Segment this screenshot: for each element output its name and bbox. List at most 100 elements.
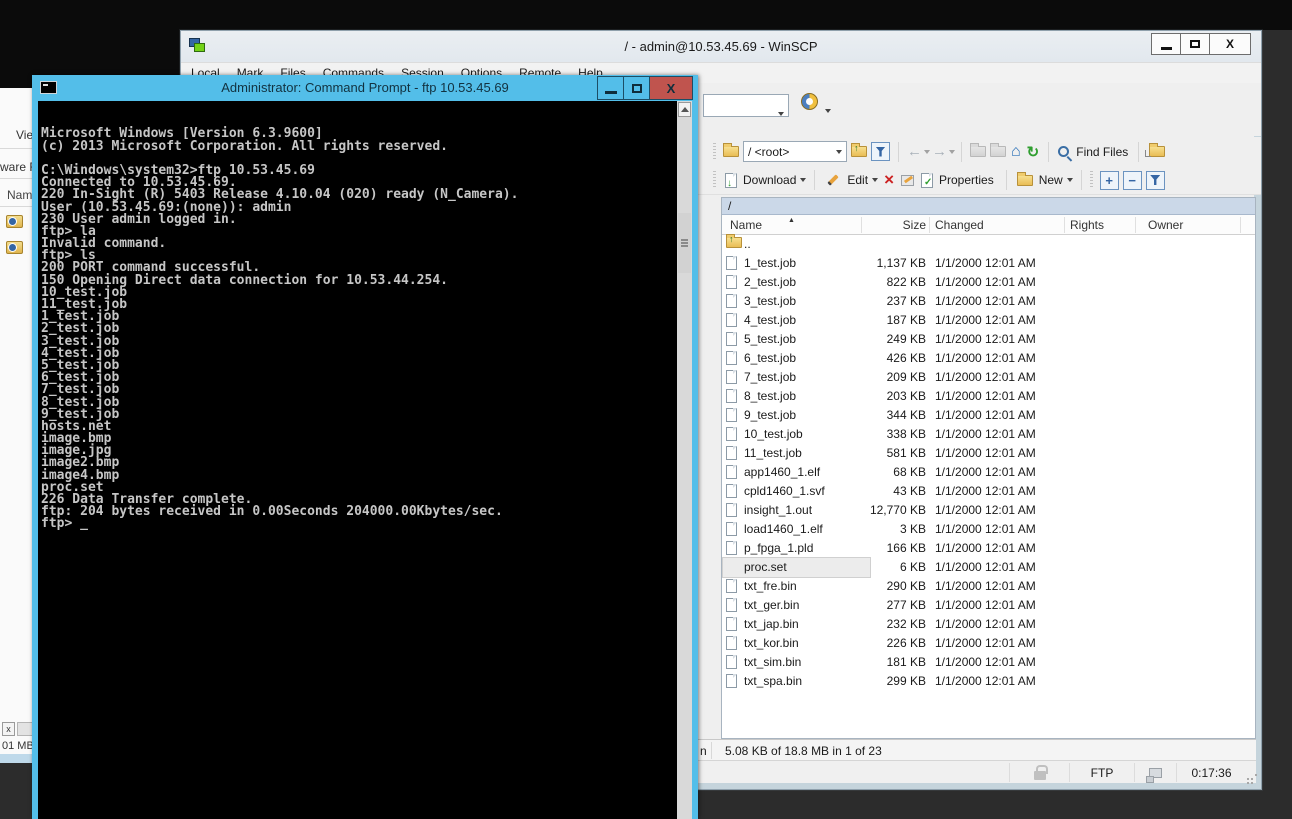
directory-tree-icon[interactable] xyxy=(1149,146,1165,157)
file-row[interactable]: 8_test.job 203 KB 1/1/2000 12:01 AM xyxy=(722,387,1255,406)
cmd-window: Administrator: Command Prompt - ftp 10.5… xyxy=(32,75,698,819)
winscp-titlebar[interactable]: / - admin@10.53.45.69 - WinSCP X xyxy=(181,31,1261,62)
properties-button[interactable]: ✓ Properties xyxy=(917,171,1000,190)
file-row[interactable]: 2_test.job 822 KB 1/1/2000 12:01 AM xyxy=(722,273,1255,292)
bgwin-status-fragment: 01 MB xyxy=(2,740,33,752)
scrollbar-thumb[interactable] xyxy=(678,213,691,273)
select-plus-button[interactable]: + xyxy=(1100,171,1119,190)
desktop-bottom-left xyxy=(0,763,33,819)
file-row[interactable]: load1460_1.elf 3 KB 1/1/2000 12:01 AM xyxy=(722,520,1255,539)
remote-path-combobox[interactable]: / <root> xyxy=(743,141,847,162)
synchronize-icon[interactable] xyxy=(801,93,818,110)
file-row[interactable]: 7_test.job 209 KB 1/1/2000 12:01 AM xyxy=(722,368,1255,387)
chevron-down-icon[interactable] xyxy=(825,109,831,113)
file-size: 68 KB xyxy=(864,465,926,479)
forward-history-icon[interactable] xyxy=(949,150,955,154)
back-icon[interactable]: ← xyxy=(907,143,922,160)
chevron-down-icon xyxy=(800,178,806,182)
package-icon[interactable] xyxy=(6,215,23,228)
file-row[interactable]: 4_test.job 187 KB 1/1/2000 12:01 AM xyxy=(722,311,1255,330)
parent-directory-row[interactable]: ↑ .. xyxy=(722,235,1255,254)
cmd-titlebar[interactable]: Administrator: Command Prompt - ftp 10.5… xyxy=(32,75,698,101)
scroll-up-button[interactable] xyxy=(678,102,691,117)
home-directory-icon[interactable]: ⌂ xyxy=(1011,143,1021,161)
column-header-name[interactable]: Name xyxy=(730,215,762,235)
file-size: 232 KB xyxy=(864,617,926,631)
file-size: 226 KB xyxy=(864,636,926,650)
rename-button[interactable] xyxy=(901,175,914,186)
file-row[interactable]: app1460_1.elf 68 KB 1/1/2000 12:01 AM xyxy=(722,463,1255,482)
terminal-client-area[interactable]: Microsoft Windows [Version 6.3.9600](c) … xyxy=(38,101,692,819)
file-row[interactable]: txt_kor.bin 226 KB 1/1/2000 12:01 AM xyxy=(722,634,1255,653)
open-directory-icon[interactable]: ↑ xyxy=(851,146,867,157)
close-icon[interactable]: x xyxy=(2,722,15,736)
download-button[interactable]: ↓ Download xyxy=(721,171,808,190)
new-button[interactable]: New xyxy=(1013,171,1075,189)
file-row[interactable]: txt_spa.bin 299 KB 1/1/2000 12:01 AM xyxy=(722,672,1255,691)
terminal-line: 9_test.job xyxy=(41,409,518,421)
file-name: 3_test.job xyxy=(723,292,870,311)
package-icon[interactable] xyxy=(6,241,23,254)
back-history-icon[interactable] xyxy=(924,150,930,154)
column-header-size[interactable]: Size xyxy=(864,215,926,235)
delete-button[interactable]: × xyxy=(884,173,894,187)
file-row[interactable]: txt_jap.bin 232 KB 1/1/2000 12:01 AM xyxy=(722,615,1255,634)
remote-path-bar[interactable]: / xyxy=(722,198,1255,215)
session-combobox[interactable] xyxy=(703,94,789,117)
column-header-rights[interactable]: Rights xyxy=(1070,215,1104,235)
close-button[interactable]: X xyxy=(649,76,693,100)
forward-icon[interactable]: → xyxy=(932,143,947,160)
file-row[interactable]: cpld1460_1.svf 43 KB 1/1/2000 12:01 AM xyxy=(722,482,1255,501)
toolbar-grip[interactable] xyxy=(713,143,716,161)
parent-directory-icon[interactable] xyxy=(970,146,986,157)
close-button[interactable]: X xyxy=(1209,33,1251,55)
minimize-icon xyxy=(1161,47,1172,50)
maximize-button[interactable] xyxy=(623,76,650,100)
terminal-line: image.bmp xyxy=(41,433,518,445)
terminal-line: (c) 2013 Microsoft Corporation. All righ… xyxy=(41,141,518,153)
minimize-button[interactable] xyxy=(1151,33,1181,55)
maximize-icon xyxy=(632,84,642,93)
protocol-status-cell[interactable]: FTP xyxy=(1069,763,1134,782)
maximize-button[interactable] xyxy=(1180,33,1210,55)
connection-status-cell[interactable] xyxy=(1134,763,1176,782)
file-row[interactable]: txt_ger.bin 277 KB 1/1/2000 12:01 AM xyxy=(722,596,1255,615)
file-row[interactable]: txt_fre.bin 290 KB 1/1/2000 12:01 AM xyxy=(722,577,1255,596)
chevron-down-icon xyxy=(778,112,784,116)
file-row[interactable]: 9_test.job 344 KB 1/1/2000 12:01 AM xyxy=(722,406,1255,425)
selection-filter-button[interactable] xyxy=(1146,171,1165,190)
toolbar-grip[interactable] xyxy=(1090,171,1093,189)
toolbar-grip[interactable] xyxy=(713,171,716,189)
column-header-changed[interactable]: Changed xyxy=(935,215,984,235)
select-minus-button[interactable]: − xyxy=(1123,171,1142,190)
file-row[interactable]: 3_test.job 237 KB 1/1/2000 12:01 AM xyxy=(722,292,1255,311)
encryption-status-cell[interactable] xyxy=(1009,763,1069,782)
scrollbar[interactable] xyxy=(677,101,692,819)
file-row[interactable]: p_fpga_1.pld 166 KB 1/1/2000 12:01 AM xyxy=(722,539,1255,558)
bgwin-menu-fragment[interactable]: Vie xyxy=(16,128,33,142)
root-directory-icon[interactable] xyxy=(990,146,1006,157)
file-row[interactable]: insight_1.out 12,770 KB 1/1/2000 12:01 A… xyxy=(722,501,1255,520)
find-files-button[interactable]: Find Files xyxy=(1076,145,1128,159)
bgwin-column-header-fragment[interactable]: Nam xyxy=(7,188,32,202)
file-size: 203 KB xyxy=(864,389,926,403)
file-row[interactable]: 1_test.job 1,137 KB 1/1/2000 12:01 AM xyxy=(722,254,1255,273)
refresh-icon[interactable]: ↻ xyxy=(1027,143,1040,161)
file-size: 3 KB xyxy=(864,522,926,536)
edit-button[interactable]: Edit xyxy=(821,171,880,189)
resize-grip[interactable] xyxy=(1251,778,1253,780)
file-size: 237 KB xyxy=(864,294,926,308)
column-header-owner[interactable]: Owner xyxy=(1148,215,1183,235)
desktop-right xyxy=(1262,30,1292,819)
terminal-line: ftp> _ xyxy=(41,518,518,530)
file-name: txt_kor.bin xyxy=(723,634,870,653)
file-row[interactable]: 5_test.job 249 KB 1/1/2000 12:01 AM xyxy=(722,330,1255,349)
file-row[interactable]: proc.set 6 KB 1/1/2000 12:01 AM xyxy=(722,558,1255,577)
filter-icon[interactable] xyxy=(871,142,890,161)
file-row[interactable]: 10_test.job 338 KB 1/1/2000 12:01 AM xyxy=(722,425,1255,444)
minimize-button[interactable] xyxy=(597,76,624,100)
file-row[interactable]: 11_test.job 581 KB 1/1/2000 12:01 AM xyxy=(722,444,1255,463)
file-row[interactable]: txt_sim.bin 181 KB 1/1/2000 12:01 AM xyxy=(722,653,1255,672)
bgwin-button[interactable] xyxy=(17,722,33,736)
file-row[interactable]: 6_test.job 426 KB 1/1/2000 12:01 AM xyxy=(722,349,1255,368)
